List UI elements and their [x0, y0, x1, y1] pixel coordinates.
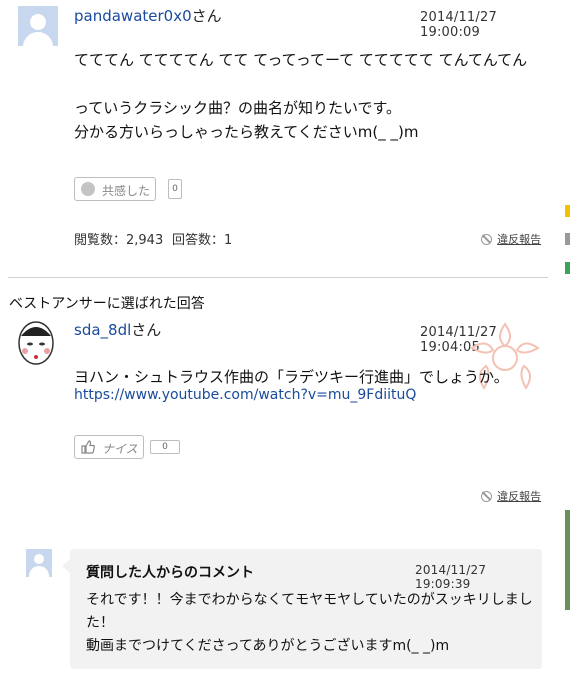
questioner-honorific: さん — [191, 7, 222, 25]
answerer-username[interactable]: sda_8dl — [74, 321, 131, 339]
question-line: 分かる方いらっしゃったら教えてくださいm(_ _)m — [74, 123, 419, 141]
questioner-comment-box: 質問した人からのコメント 2014/11/27 19:09:39 それです！！今… — [62, 549, 542, 669]
nice-label: ナイス — [102, 442, 138, 456]
question-line: てててん ててててん てて てってってーて ててててて てんてんてん — [74, 51, 528, 69]
question-body: てててん ててててん てて てってってーて ててててて てんてんてん っていうク… — [74, 48, 554, 144]
answer-youtube-link[interactable]: https://www.youtube.com/watch?v=mu_9Fdii… — [74, 387, 416, 403]
smile-icon — [81, 182, 95, 196]
view-count: 閲覧数：2,943 — [74, 233, 164, 248]
answerer-honorific: さん — [131, 321, 162, 339]
questioner-username[interactable]: pandawater0x0 — [74, 7, 192, 25]
default-avatar-icon — [30, 14, 46, 30]
thumbs-up-icon — [81, 440, 95, 454]
answer-count: 回答数：1 — [172, 233, 233, 248]
report-label: 違反報告 — [497, 490, 542, 503]
answerer-name-row: sda_8dlさん — [74, 319, 161, 340]
okame-mask-icon — [18, 321, 54, 365]
prohibited-icon — [481, 234, 492, 245]
empathy-button[interactable]: 共感した — [74, 177, 156, 201]
edge-fragment — [565, 233, 570, 245]
empathy-label: 共感した — [102, 184, 151, 198]
comment-pointer — [62, 559, 70, 573]
edge-fragment — [565, 262, 570, 274]
questioner-avatar[interactable] — [18, 6, 58, 46]
comment-line: 動画までつけてくださってありがとうございますm(_ _)m — [86, 638, 450, 654]
answer-text: ヨハン・シュトラウス作曲の「ラデツキー行進曲」でしょうか。 — [74, 368, 509, 386]
nice-count: 0 — [150, 440, 180, 454]
comment-body: それです！！今までわからなくてモヤモヤしていたのがスッキリしまし た！ 動画まで… — [86, 589, 536, 658]
question-report-link[interactable]: 違反報告 — [481, 228, 541, 247]
comment-line: それです！！今までわからなくてモヤモヤしていたのがスッキリしまし — [86, 592, 533, 608]
comment-line: た！ — [86, 615, 114, 631]
report-label: 違反報告 — [497, 233, 542, 246]
comment-avatar[interactable] — [26, 549, 52, 577]
nice-button[interactable]: ナイス — [74, 435, 144, 459]
empathy-count: 0 — [168, 179, 182, 199]
question-timestamp: 2014/11/27 19:00:09 — [420, 10, 511, 40]
comment-timestamp: 2014/11/27 19:09:39 — [415, 563, 487, 591]
comment-title: 質問した人からのコメント — [86, 565, 254, 581]
best-answer-heading: ベストアンサーに選ばれた回答 — [9, 296, 205, 312]
section-divider — [8, 277, 548, 278]
edge-fragment — [565, 510, 570, 610]
prohibited-icon — [481, 491, 492, 502]
question-line: っていうクラシック曲？の曲名が知りたいです。 — [74, 99, 402, 117]
question-line — [74, 72, 554, 96]
default-avatar-icon — [34, 554, 44, 564]
edge-fragment — [565, 205, 570, 217]
answer-report-link[interactable]: 違反報告 — [481, 485, 541, 504]
questioner-name-row: pandawater0x0さん — [74, 5, 222, 26]
answerer-avatar[interactable] — [14, 318, 58, 366]
